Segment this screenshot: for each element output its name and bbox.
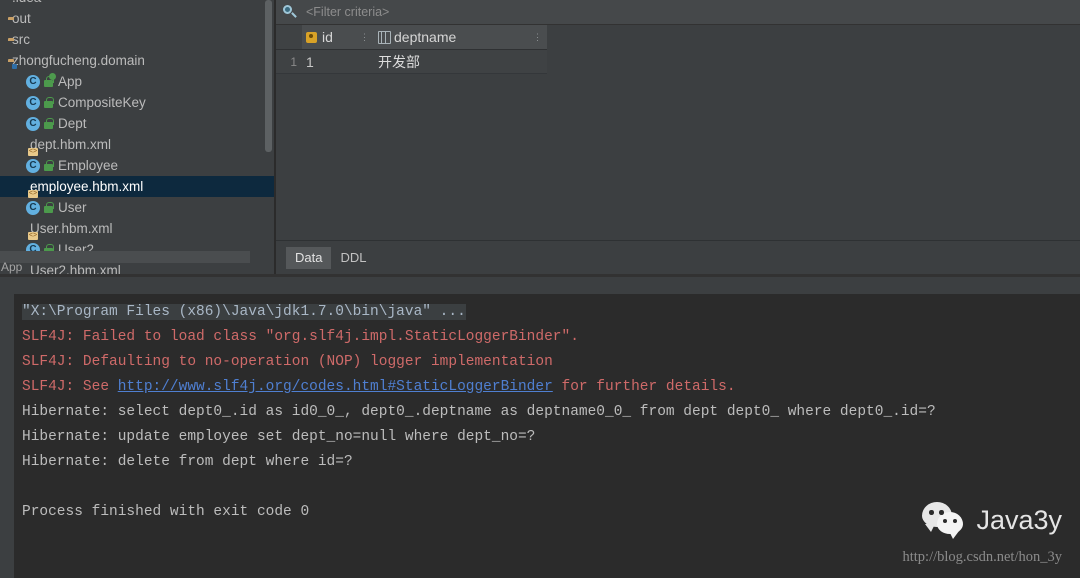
console-output-line: Hibernate: delete from dept where id=?	[22, 450, 936, 475]
console-gutter	[0, 294, 14, 578]
watermark-url: http://blog.csdn.net/hon_3y	[902, 549, 1063, 565]
java-class-icon: C	[26, 95, 54, 110]
row-number-cell: 1	[276, 50, 302, 73]
public-lock-icon	[43, 117, 54, 130]
tree-item-out[interactable]: out	[0, 8, 274, 29]
grid-row-number-header	[276, 25, 302, 49]
database-tab-bar[interactable]: Data DDL	[276, 240, 1080, 274]
console-output-surface[interactable]: "X:\Program Files (x86)\Java\jdk1.7.0\bi…	[14, 294, 1080, 578]
console-error-text-suffix: for further details.	[552, 379, 736, 395]
watermark-brand: Java3y	[922, 502, 1062, 539]
console-output-line: Process finished with exit code 0	[22, 500, 936, 525]
java-class-icon: C	[26, 200, 54, 215]
run-console-panel: "X:\Program Files (x86)\Java\jdk1.7.0\bi…	[0, 277, 1080, 578]
console-command-line: "X:\Program Files (x86)\Java\jdk1.7.0\bi…	[22, 300, 936, 325]
public-lock-icon	[43, 96, 54, 109]
tree-item-label: CompositeKey	[58, 95, 146, 110]
console-hyperlink[interactable]: http://www.slf4j.org/codes.html#StaticLo…	[118, 379, 553, 395]
public-lock-icon	[43, 201, 54, 214]
tree-item-src[interactable]: src	[0, 29, 274, 50]
tree-item-label: Dept	[58, 116, 87, 131]
watermark-brand-label: Java3y	[976, 504, 1062, 535]
cell-deptname[interactable]: 开发部	[374, 50, 547, 73]
table-row[interactable]: 1 1 开发部	[276, 50, 547, 74]
tree-item-label: App	[58, 74, 83, 89]
tree-item-user-hbm-xml[interactable]: User.hbm.xml	[0, 218, 274, 239]
public-lock-icon	[43, 159, 54, 172]
tree-item-label: User	[58, 200, 87, 215]
console-error-text: SLF4J: Defaulting to no-operation (NOP) …	[22, 354, 553, 370]
column-header-id[interactable]: id ⋮	[302, 25, 374, 49]
public-lock-icon	[43, 75, 54, 88]
run-configuration-tab[interactable]: App	[0, 260, 22, 274]
primary-key-icon	[306, 31, 319, 44]
console-output-line: Hibernate: select dept0_.id as id0_0_, d…	[22, 400, 936, 425]
column-header-deptname[interactable]: deptname ⋮	[374, 25, 547, 49]
tree-item-label: out	[12, 11, 31, 26]
console-output-text: Hibernate: select dept0_.id as id0_0_, d…	[22, 404, 936, 420]
console-error-line: SLF4J: Defaulting to no-operation (NOP) …	[22, 350, 936, 375]
console-output-line: Hibernate: update employee set dept_no=n…	[22, 425, 936, 450]
tree-item-zhongfucheng-domain[interactable]: zhongfucheng.domain	[0, 50, 274, 71]
console-error-link-line: SLF4J: See http://www.slf4j.org/codes.ht…	[22, 375, 936, 400]
database-result-panel: <Filter criteria> id ⋮ deptname ⋮ 1 1 开发…	[276, 0, 1080, 274]
console-error-line: SLF4J: Failed to load class "org.slf4j.i…	[22, 325, 936, 350]
tree-item-user[interactable]: C User	[0, 197, 274, 218]
console-command-text: "X:\Program Files (x86)\Java\jdk1.7.0\bi…	[22, 304, 466, 320]
tree-item-employee-hbm-xml[interactable]: employee.hbm.xml	[0, 176, 274, 197]
tree-item-label: .idea	[12, 0, 41, 8]
tree-item-label: User.hbm.xml	[30, 221, 113, 236]
column-header-deptname-label: deptname	[394, 29, 457, 45]
column-header-id-label: id	[322, 29, 333, 45]
tree-item-label: zhongfucheng.domain	[12, 53, 145, 68]
wechat-icon	[922, 502, 968, 539]
tree-item-label: dept.hbm.xml	[30, 137, 112, 152]
filter-bar[interactable]: <Filter criteria>	[276, 0, 1080, 25]
project-tree-panel[interactable]: .idea out src zhongfucheng.domain C App C Compo…	[0, 0, 274, 274]
tree-item-idea[interactable]: .idea	[0, 0, 274, 8]
tree-bottom-highlight-strip	[0, 251, 250, 263]
java-class-icon: C	[26, 158, 54, 173]
tree-item-compositekey[interactable]: C CompositeKey	[0, 92, 274, 113]
tree-item-app[interactable]: C App	[0, 71, 274, 92]
tree-item-employee[interactable]: C Employee	[0, 155, 274, 176]
tab-ddl[interactable]: DDL	[331, 247, 375, 269]
filter-criteria-input[interactable]: <Filter criteria>	[306, 5, 389, 19]
tree-item-dept[interactable]: C Dept	[0, 113, 274, 134]
top-region: .idea out src zhongfucheng.domain C App C Compo…	[0, 0, 1080, 274]
sidebar-vertical-scrollbar[interactable]	[265, 0, 272, 152]
ide-window: .idea out src zhongfucheng.domain C App C Compo…	[0, 0, 1080, 578]
tree-item-label: employee.hbm.xml	[30, 179, 144, 194]
console-error-text: SLF4J: See	[22, 379, 118, 395]
table-column-icon	[378, 30, 391, 44]
tree-item-dept-hbm-xml[interactable]: dept.hbm.xml	[0, 134, 274, 155]
console-lines: "X:\Program Files (x86)\Java\jdk1.7.0\bi…	[14, 294, 936, 525]
result-grid[interactable]: id ⋮ deptname ⋮ 1 1 开发部	[276, 25, 1080, 240]
java-class-icon: C	[26, 116, 54, 131]
console-output-text: Hibernate: update employee set dept_no=n…	[22, 429, 536, 445]
project-tree[interactable]: .idea out src zhongfucheng.domain C App C Compo…	[0, 0, 274, 274]
tree-item-label: Employee	[58, 158, 119, 173]
console-error-text: SLF4J: Failed to load class "org.slf4j.i…	[22, 329, 579, 345]
console-output-text: Hibernate: delete from dept where id=?	[22, 454, 353, 470]
column-sort-indicator-id[interactable]: ⋮	[360, 33, 369, 42]
column-sort-indicator-deptname[interactable]: ⋮	[533, 33, 542, 42]
java-class-runnable-icon: C	[26, 74, 54, 89]
cell-id[interactable]: 1	[302, 50, 374, 73]
console-output-text: Process finished with exit code 0	[22, 504, 310, 520]
filter-search-icon	[282, 4, 298, 20]
tab-data[interactable]: Data	[286, 246, 332, 269]
grid-header-row: id ⋮ deptname ⋮	[276, 25, 547, 50]
tree-item-label: src	[12, 32, 30, 47]
